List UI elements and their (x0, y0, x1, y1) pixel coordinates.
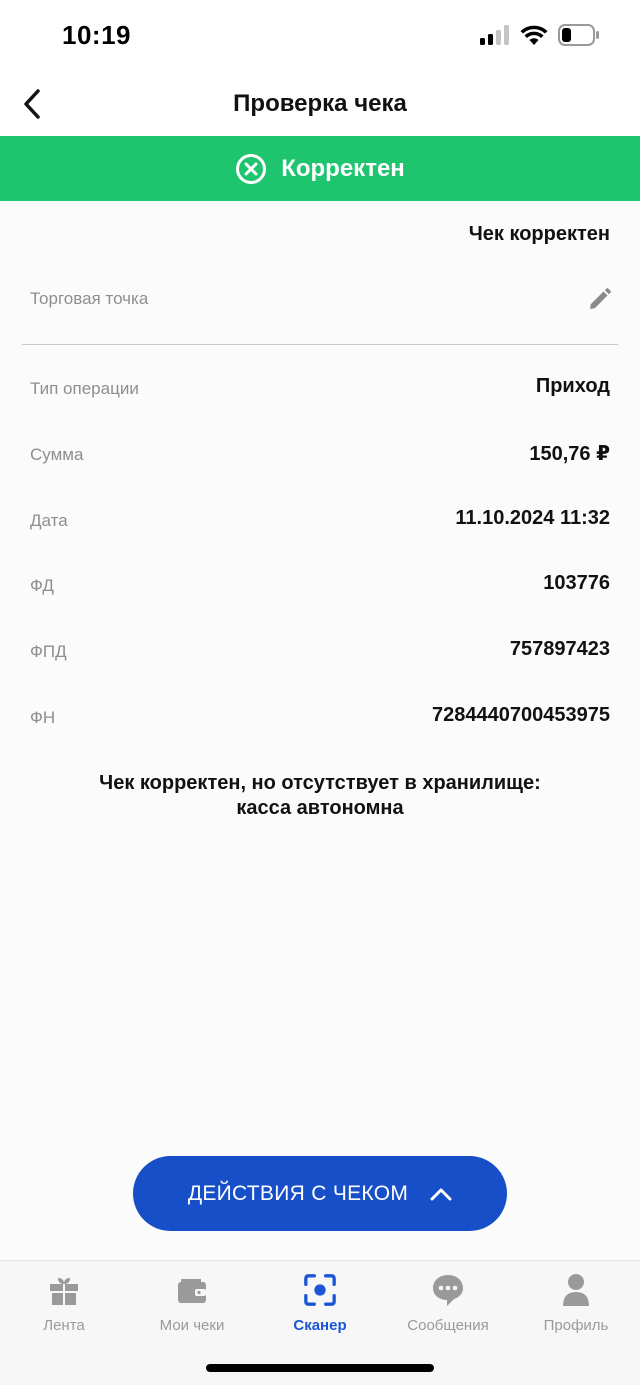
tab-messages[interactable]: Сообщения (384, 1273, 512, 1343)
row-value: 7284440700453975 (432, 704, 610, 726)
status-banner: Корректен (0, 136, 640, 201)
receipt-actions-label: ДЕЙСТВИЯ С ЧЕКОМ (187, 1181, 409, 1205)
tab-label: Лента (43, 1317, 85, 1334)
home-indicator (206, 1364, 434, 1372)
row-label: ФН (30, 708, 56, 727)
tab-my-receipts[interactable]: Мои чеки (128, 1273, 256, 1343)
row-label: ФД (30, 576, 54, 595)
wallet-icon (178, 1279, 206, 1303)
status-time: 10:19 (62, 20, 131, 50)
gift-icon (50, 1278, 78, 1305)
row-label: Дата (30, 511, 68, 530)
row-value: 103776 (543, 572, 610, 594)
status-icons (480, 24, 600, 46)
row-fpd: ФПД 757897423 (30, 638, 610, 668)
status-note: Чек корректен, но отсутствует в хранилищ… (40, 771, 600, 821)
row-sum: Сумма 150,76 ₽ (30, 441, 610, 471)
tab-label: Профиль (543, 1317, 609, 1334)
edit-button[interactable] (584, 285, 614, 315)
tab-label: Мои чеки (159, 1317, 225, 1334)
banner-text: Корректен (281, 154, 405, 182)
receipt-actions-button[interactable]: ДЕЙСТВИЯ С ЧЕКОМ (133, 1156, 507, 1231)
store-field[interactable]: Торговая точка (22, 271, 618, 345)
tab-label: Сообщения (407, 1317, 489, 1334)
row-date: Дата 11.10.2024 11:32 (30, 507, 610, 537)
summary-text: Чек корректен (468, 223, 610, 245)
row-label: ФПД (30, 642, 67, 661)
row-value: 11.10.2024 11:32 (455, 507, 610, 529)
row-operation-type: Тип операции Приход (30, 375, 610, 405)
wifi-icon (520, 25, 548, 45)
battery-icon (558, 24, 599, 46)
pencil-icon (590, 288, 611, 309)
row-label: Тип операции (30, 379, 139, 398)
scanner-icon (304, 1274, 336, 1306)
tab-scanner[interactable]: Сканер (256, 1273, 384, 1343)
chevron-up-icon (430, 1188, 452, 1200)
tab-feed[interactable]: Лента (0, 1273, 128, 1343)
status-bar: 10:19 (0, 0, 640, 72)
row-fn: ФН 7284440700453975 (30, 704, 610, 734)
x-circle-icon (236, 153, 267, 184)
row-label: Сумма (30, 445, 84, 464)
signal-icon (480, 25, 509, 45)
store-label: Торговая точка (30, 289, 149, 308)
chat-icon (433, 1275, 463, 1306)
page-title: Проверка чека (233, 90, 407, 117)
row-value: 757897423 (509, 638, 610, 660)
row-value: Приход (535, 375, 610, 397)
tab-label: Сканер (293, 1317, 347, 1334)
row-fd: ФД 103776 (30, 572, 610, 602)
nav-bar: Проверка чека (0, 72, 640, 136)
status-note-line: Чек корректен, но отсутствует в хранилищ… (99, 772, 541, 794)
status-note-line: касса автономна (236, 797, 404, 819)
tab-profile[interactable]: Профиль (512, 1273, 640, 1343)
profile-icon (563, 1274, 589, 1306)
row-value: 150,76 ₽ (529, 443, 610, 465)
